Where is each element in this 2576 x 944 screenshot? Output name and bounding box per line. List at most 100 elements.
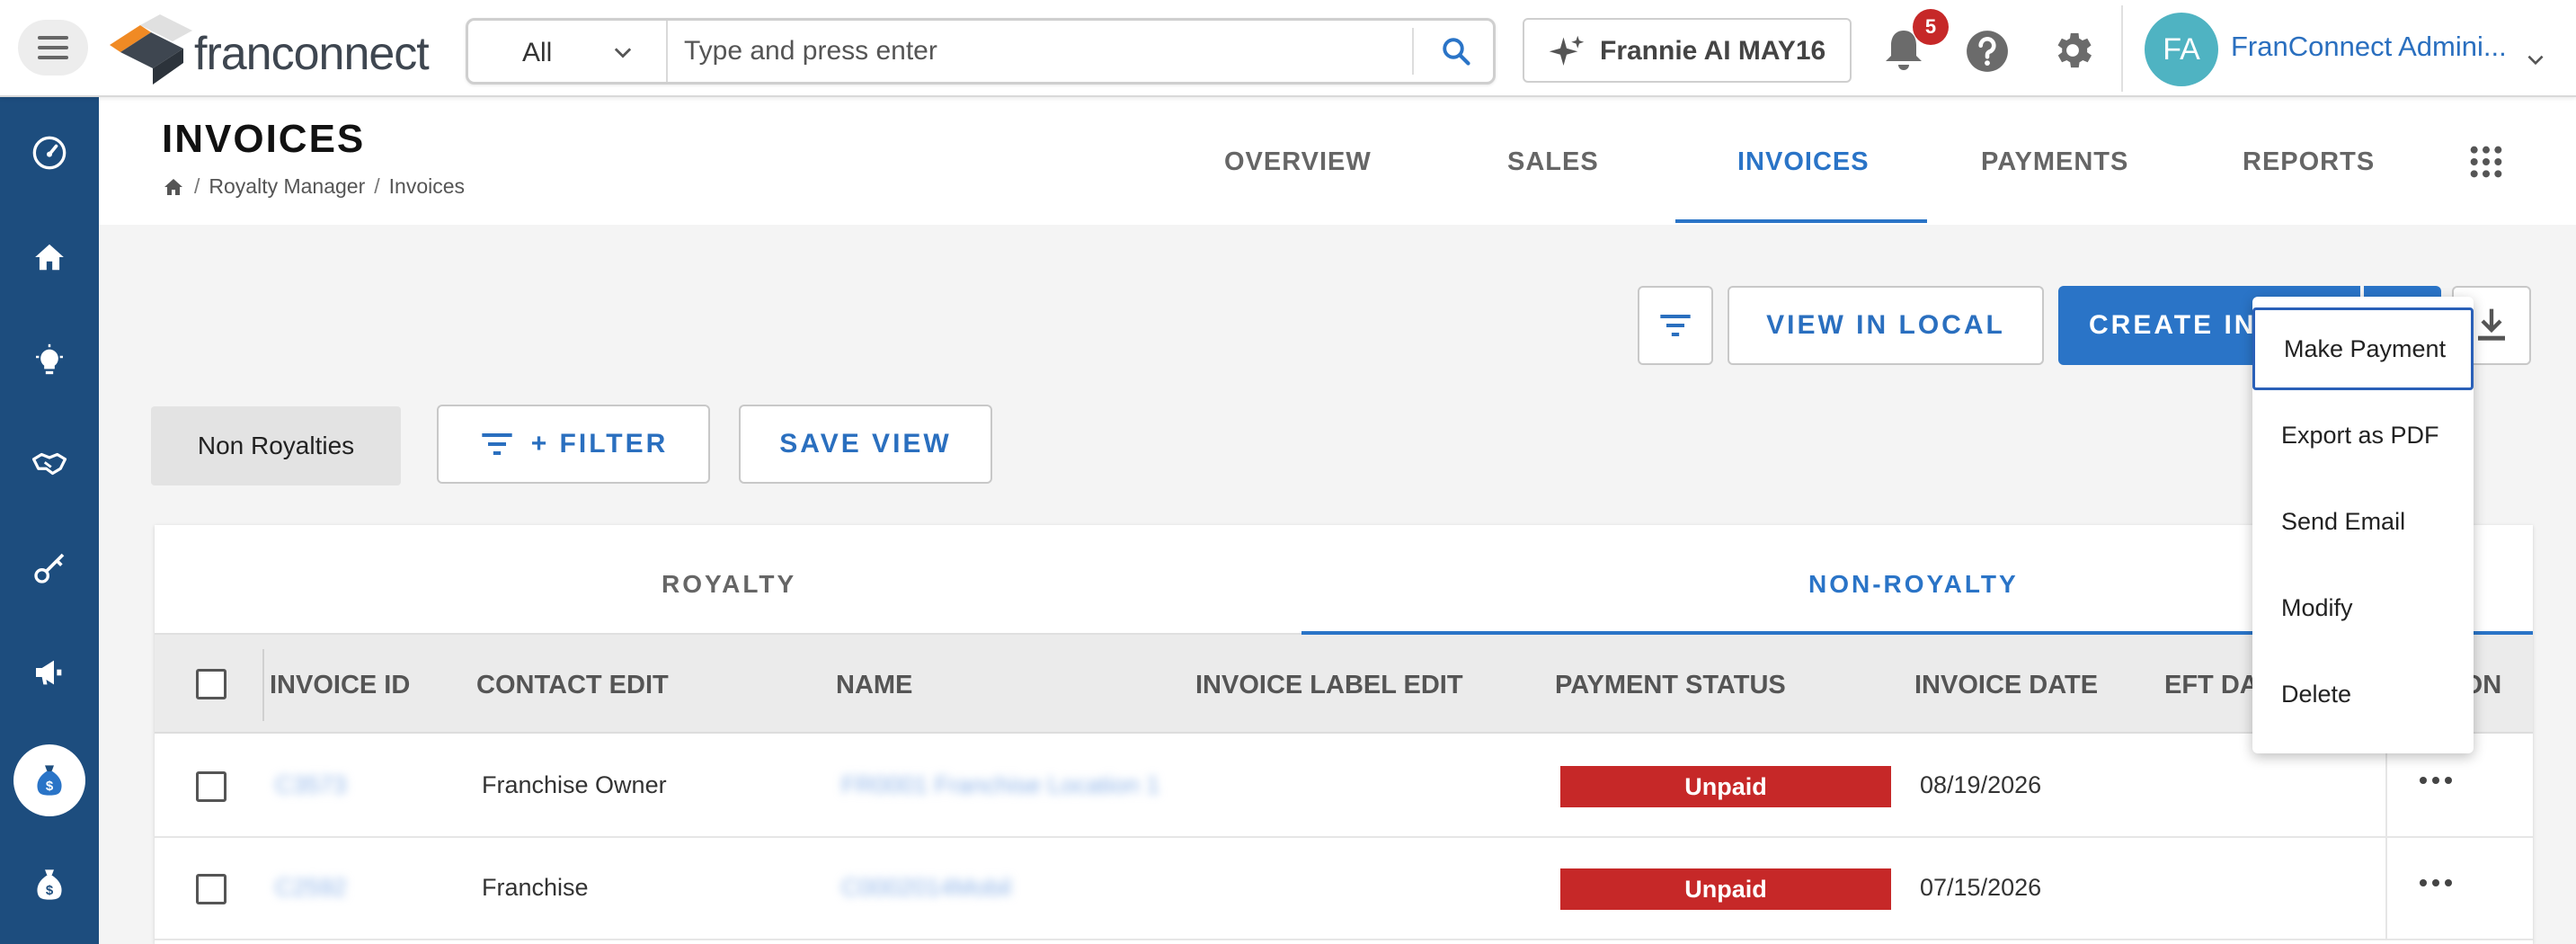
notification-count-badge: 5 <box>1913 9 1949 45</box>
row-checkbox[interactable] <box>196 874 227 904</box>
chevron-down-icon <box>614 48 632 58</box>
tab-overview[interactable]: OVERVIEW <box>1224 147 1372 177</box>
filter-lines-icon <box>482 433 512 455</box>
menu-item-make-payment[interactable]: Make Payment <box>2252 307 2474 390</box>
search-scope-select[interactable]: All <box>468 21 668 82</box>
view-in-local-button[interactable]: VIEW IN LOCAL <box>1728 286 2044 365</box>
column-filter-button[interactable] <box>1638 286 1713 365</box>
nav-partners[interactable] <box>13 428 85 500</box>
settings-button[interactable] <box>2049 27 2096 78</box>
add-filter-label: + FILTER <box>530 429 669 459</box>
contact-cell: Franchise <box>482 874 589 901</box>
sparkle-icon <box>1549 35 1585 66</box>
name-link[interactable]: FR0001 Franchise Location 1 <box>841 771 1159 799</box>
home-icon[interactable] <box>162 176 185 198</box>
search-scope-value: All <box>522 38 553 67</box>
user-name[interactable]: FranConnect Admini... <box>2231 31 2507 63</box>
column-header-contact-edit[interactable]: CONTACT EDIT <box>476 671 669 700</box>
active-tab-indicator <box>1675 219 1927 223</box>
tab-reports[interactable]: REPORTS <box>2243 147 2375 177</box>
saved-view-chip[interactable]: Non Royalties <box>151 406 401 485</box>
subtab-non-royalty[interactable]: NON-ROYALTY <box>1808 570 2019 599</box>
breadcrumb-separator: / <box>194 174 200 198</box>
action-column-divider <box>2385 838 2387 940</box>
search-input[interactable] <box>684 30 1403 73</box>
column-header-payment-status[interactable]: PAYMENT STATUS <box>1555 671 1786 700</box>
save-view-button[interactable]: SAVE VIEW <box>739 405 992 484</box>
logo-mark-icon <box>110 14 192 85</box>
menu-toggle-button[interactable] <box>18 20 88 76</box>
table-row[interactable]: C3573 Franchise Owner FR0001 Franchise L… <box>155 735 2533 838</box>
header-separator <box>262 649 264 721</box>
nav-finance[interactable]: $ <box>13 849 85 921</box>
contact-cell: Franchise Owner <box>482 771 667 798</box>
tab-invoices[interactable]: INVOICES <box>1737 147 1870 177</box>
row-actions-icon[interactable] <box>2420 777 2452 784</box>
money-bag-icon: $ <box>37 869 62 900</box>
invoice-date-cell: 07/15/2026 <box>1920 874 2042 901</box>
nav-dashboard[interactable] <box>13 117 85 189</box>
nav-access[interactable] <box>13 532 85 604</box>
tab-payments[interactable]: PAYMENTS <box>1981 147 2128 177</box>
money-bag-icon: $ <box>37 765 62 796</box>
brand-name: franconnect <box>194 28 430 80</box>
name-link[interactable]: C0002014Mobil <box>841 874 1011 902</box>
megaphone-icon <box>36 660 62 685</box>
breadcrumb-royalty-manager[interactable]: Royalty Manager <box>209 174 365 199</box>
column-header-invoice-id[interactable]: INVOICE ID <box>270 671 410 700</box>
filter-lines-icon <box>1660 315 1691 336</box>
key-icon <box>34 553 65 583</box>
tab-sales[interactable]: SALES <box>1507 147 1599 177</box>
search-divider <box>1412 28 1414 75</box>
apps-grid-icon[interactable] <box>2468 144 2504 180</box>
menu-item-modify[interactable]: Modify <box>2252 566 2474 649</box>
home-icon <box>35 244 64 271</box>
page-title: INVOICES <box>162 117 366 161</box>
brand-logo[interactable]: franconnect <box>106 13 430 88</box>
column-header-invoice-label-edit[interactable]: INVOICE LABEL EDIT <box>1195 671 1463 700</box>
side-navigation: $ $ <box>0 97 99 944</box>
global-search: All <box>466 18 1496 85</box>
menu-item-send-email[interactable]: Send Email <box>2252 480 2474 563</box>
search-button[interactable] <box>1426 30 1486 73</box>
nav-marketing[interactable] <box>13 637 85 708</box>
table-header: INVOICE ID CONTACT EDIT NAME INVOICE LAB… <box>155 635 2533 734</box>
user-menu-chevron-icon[interactable] <box>2524 49 2547 72</box>
breadcrumb-invoices: Invoices <box>388 174 466 198</box>
frannie-ai-label: Frannie AI MAY16 <box>1600 36 1826 66</box>
breadcrumb-separator: / <box>374 174 380 198</box>
search-icon <box>1443 38 1470 66</box>
lightbulb-icon <box>36 343 63 375</box>
invoice-id-link[interactable]: C2592 <box>275 874 347 902</box>
menu-item-export-pdf[interactable]: Export as PDF <box>2252 394 2474 476</box>
table-row[interactable]: C2592 Franchise C0002014Mobil Unpaid 07/… <box>155 838 2533 940</box>
nav-ideas[interactable] <box>13 325 85 397</box>
payment-status-badge: Unpaid <box>1560 766 1891 807</box>
help-button[interactable] <box>1965 29 2010 78</box>
add-filter-button[interactable]: + FILTER <box>437 405 710 484</box>
payment-status-badge: Unpaid <box>1560 868 1891 910</box>
dashboard-gauge-icon <box>32 136 67 170</box>
svg-text:$: $ <box>46 883 54 898</box>
breadcrumb: / Royalty Manager / Invoices <box>162 174 465 199</box>
svg-text:$: $ <box>46 779 54 794</box>
select-all-checkbox[interactable] <box>196 669 227 699</box>
nav-royalty-manager[interactable]: $ <box>13 744 85 816</box>
invoice-id-link[interactable]: C3573 <box>275 771 347 799</box>
subtab-royalty[interactable]: ROYALTY <box>662 570 796 599</box>
column-header-invoice-date[interactable]: INVOICE DATE <box>1914 671 2098 700</box>
frannie-ai-button[interactable]: Frannie AI MAY16 <box>1523 18 1852 83</box>
row-actions-icon[interactable] <box>2420 879 2452 886</box>
gear-icon <box>2057 32 2092 68</box>
row-checkbox[interactable] <box>196 771 227 802</box>
column-header-name[interactable]: NAME <box>836 671 912 700</box>
nav-home[interactable] <box>13 221 85 293</box>
invoices-table-card: ROYALTY NON-ROYALTY INVOICE ID CONTACT E… <box>155 525 2533 944</box>
menu-item-delete[interactable]: Delete <box>2252 653 2474 735</box>
row-actions-menu: Make Payment Export as PDF Send Email Mo… <box>2252 297 2474 753</box>
download-icon <box>2478 308 2505 341</box>
topbar-divider <box>2121 5 2123 92</box>
user-avatar[interactable]: FA <box>2145 13 2218 86</box>
top-bar: franconnect All Frannie AI MAY16 <box>0 0 2576 97</box>
handshake-icon <box>31 452 67 476</box>
